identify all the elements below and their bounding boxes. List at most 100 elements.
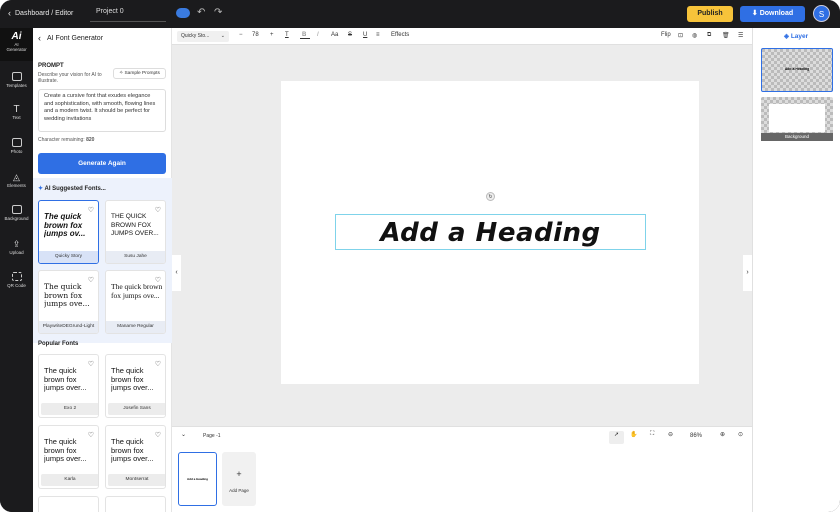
font-card-partial[interactable] bbox=[105, 496, 166, 512]
font-size-decrease-button[interactable]: − bbox=[239, 32, 243, 38]
font-name: Karla bbox=[41, 474, 98, 486]
flip-button[interactable]: Flip bbox=[661, 32, 671, 38]
layers-icon: ◈ bbox=[784, 33, 789, 40]
heart-icon[interactable]: ♡ bbox=[155, 360, 161, 368]
heart-icon[interactable]: ♡ bbox=[155, 431, 161, 439]
rail-item-text[interactable]: T Text bbox=[0, 104, 33, 120]
divider bbox=[300, 38, 310, 39]
ai-icon: Ai bbox=[11, 31, 22, 42]
page-thumbnail[interactable]: Add a Heading bbox=[178, 452, 217, 506]
font-card-josefin-sans[interactable]: The quick brown fox jumps over... ♡ Jose… bbox=[105, 354, 166, 418]
download-label: Download bbox=[759, 10, 794, 17]
rail-item-photo[interactable]: Photo bbox=[0, 138, 33, 154]
delete-icon[interactable]: 🗑 bbox=[722, 32, 730, 39]
text-toolbar: Quicky Sto... ⌄ − 78 + T B I Aa S U ≡ Ef… bbox=[172, 28, 752, 45]
layer-background-item[interactable]: Background bbox=[761, 97, 833, 141]
font-card-montserrat[interactable]: The quick brown fox jumps over... ♡ Mont… bbox=[105, 425, 166, 489]
strikethrough-icon[interactable]: S bbox=[348, 32, 352, 38]
templates-icon bbox=[11, 72, 22, 81]
layer-panel-title: ◈ Layer bbox=[784, 32, 808, 40]
font-sample: The quick brown fox jumps over... bbox=[111, 367, 154, 392]
italic-icon[interactable]: I bbox=[317, 32, 319, 38]
font-size-input[interactable]: 78 bbox=[252, 32, 259, 38]
layers-menu-icon[interactable]: ☰ bbox=[738, 32, 743, 39]
font-name: Maname Regular bbox=[106, 321, 165, 333]
font-size-increase-button[interactable]: + bbox=[270, 32, 274, 38]
font-name: Quicky Story bbox=[39, 251, 98, 263]
publish-button[interactable]: Publish bbox=[687, 6, 733, 22]
font-card-maname[interactable]: The quick brown fox jumps ove... ♡ Manam… bbox=[105, 270, 166, 334]
font-card-exo-2[interactable]: The quick brown fox jumps over... ♡ Exo … bbox=[38, 354, 99, 418]
zoom-in-icon[interactable]: ⊕ bbox=[720, 431, 725, 438]
undo-icon[interactable]: ↶ bbox=[197, 7, 205, 18]
prompt-textarea[interactable]: Create a cursive font that exudes elegan… bbox=[38, 89, 166, 132]
bold-icon[interactable]: B bbox=[302, 32, 306, 38]
history-icon[interactable]: ⊙ bbox=[738, 431, 743, 438]
breadcrumb[interactable]: ‹ Dashboard / Editor bbox=[8, 8, 73, 18]
duplicate-icon[interactable]: ⧉ bbox=[707, 32, 711, 39]
app-window: ‹ Dashboard / Editor Project 0 ↶ ↷ Publi… bbox=[0, 0, 840, 512]
page-bar: ⌄ Page -1 ➚ ✋ ⛶ ⊖ 86% ⊕ ⊙ bbox=[172, 426, 752, 446]
project-name-input[interactable]: Project 0 bbox=[90, 5, 166, 22]
rail-item-templates[interactable]: Templates bbox=[0, 72, 33, 88]
effects-button[interactable]: Effects bbox=[391, 32, 409, 38]
heading-textbox[interactable]: Add a Heading bbox=[335, 214, 646, 250]
sample-prompts-button[interactable]: ✧ Sample Prompts bbox=[113, 68, 166, 79]
heart-icon[interactable]: ♡ bbox=[155, 206, 161, 214]
heart-icon[interactable]: ♡ bbox=[88, 431, 94, 439]
rail-item-background[interactable]: Background bbox=[0, 205, 33, 221]
back-chevron-icon[interactable]: ‹ bbox=[38, 33, 41, 43]
redo-icon[interactable]: ↷ bbox=[214, 7, 222, 18]
rail-item-upload[interactable]: ⇪ Upload bbox=[0, 239, 33, 255]
rail-item-elements[interactable]: ◬ Elements bbox=[0, 172, 33, 188]
hand-tool-icon[interactable]: ✋ bbox=[630, 431, 637, 438]
select-tool-icon[interactable]: ➚ bbox=[609, 431, 624, 444]
font-card-playwrite[interactable]: The quick brown fox jumps ove... ♡ Playw… bbox=[38, 270, 99, 334]
zoom-level[interactable]: 86% bbox=[690, 433, 702, 439]
opacity-icon[interactable]: ◍ bbox=[692, 32, 697, 39]
font-card-quicky-story[interactable]: The quick brown fox jumps ov... ♡ Quicky… bbox=[38, 200, 99, 264]
page-thumbnails: Add a Heading + Add Page bbox=[172, 446, 752, 512]
font-family-select[interactable]: Quicky Sto... ⌄ bbox=[177, 31, 229, 42]
font-sample: The quick brown fox jumps ov... bbox=[44, 213, 86, 238]
generate-again-button[interactable]: Generate Again bbox=[38, 153, 166, 174]
underline-icon[interactable]: U bbox=[363, 32, 367, 38]
sample-prompts-label: Sample Prompts bbox=[124, 71, 160, 76]
plus-icon: + bbox=[236, 469, 242, 479]
lock-icon[interactable]: ⊡ bbox=[678, 32, 683, 39]
font-card-partial[interactable] bbox=[38, 496, 99, 512]
collapse-left-panel-button[interactable]: ‹ bbox=[172, 255, 181, 291]
heart-icon[interactable]: ♡ bbox=[88, 276, 94, 284]
zoom-out-icon[interactable]: ⊖ bbox=[668, 431, 673, 438]
rail-item-ai-generator[interactable]: Ai AI Generator bbox=[0, 28, 33, 61]
add-page-button[interactable]: + Add Page bbox=[222, 452, 256, 506]
thumbnail-heading: Add a Heading bbox=[186, 477, 208, 481]
font-sample: THE QUICK BROWN FOX JUMPS OVER... bbox=[111, 213, 159, 237]
fullscreen-icon[interactable]: ⛶ bbox=[650, 431, 654, 438]
rail-item-qr-code[interactable]: QR Code bbox=[0, 272, 33, 288]
heart-icon[interactable]: ♡ bbox=[155, 276, 161, 284]
font-card-susu-jahe[interactable]: THE QUICK BROWN FOX JUMPS OVER... ♡ Susu… bbox=[105, 200, 166, 264]
rotate-handle-icon[interactable]: ↻ bbox=[486, 192, 495, 201]
rail-label: Photo bbox=[10, 149, 23, 154]
align-icon[interactable]: ≡ bbox=[376, 32, 380, 38]
case-icon[interactable]: Aa bbox=[331, 32, 338, 38]
font-card-karla[interactable]: The quick brown fox jumps over... ♡ Karl… bbox=[38, 425, 99, 489]
avatar[interactable]: S bbox=[813, 5, 830, 22]
download-button[interactable]: ⬇ Download bbox=[740, 6, 805, 22]
breadcrumb-label[interactable]: Dashboard / Editor bbox=[15, 10, 73, 17]
collapse-pages-icon[interactable]: ⌄ bbox=[181, 431, 186, 438]
back-chevron-icon[interactable]: ‹ bbox=[8, 8, 11, 18]
rail-label: AI Generator bbox=[6, 42, 27, 52]
expand-right-panel-button[interactable]: › bbox=[743, 255, 752, 291]
layer-heading-item[interactable]: Add a Heading bbox=[761, 48, 833, 92]
rail-label: Templates bbox=[6, 83, 27, 88]
prompt-heading: PROMPT bbox=[38, 63, 64, 69]
heart-icon[interactable]: ♡ bbox=[88, 206, 94, 214]
design-canvas[interactable]: ↻ Add a Heading bbox=[281, 81, 699, 384]
heading-text[interactable]: Add a Heading bbox=[336, 219, 645, 247]
rail-label: Text bbox=[12, 115, 21, 120]
ai-font-panel: ‹ AI Font Generator PROMPT Describe your… bbox=[33, 28, 172, 512]
heart-icon[interactable]: ♡ bbox=[88, 360, 94, 368]
text-color-icon[interactable]: T bbox=[285, 32, 289, 38]
